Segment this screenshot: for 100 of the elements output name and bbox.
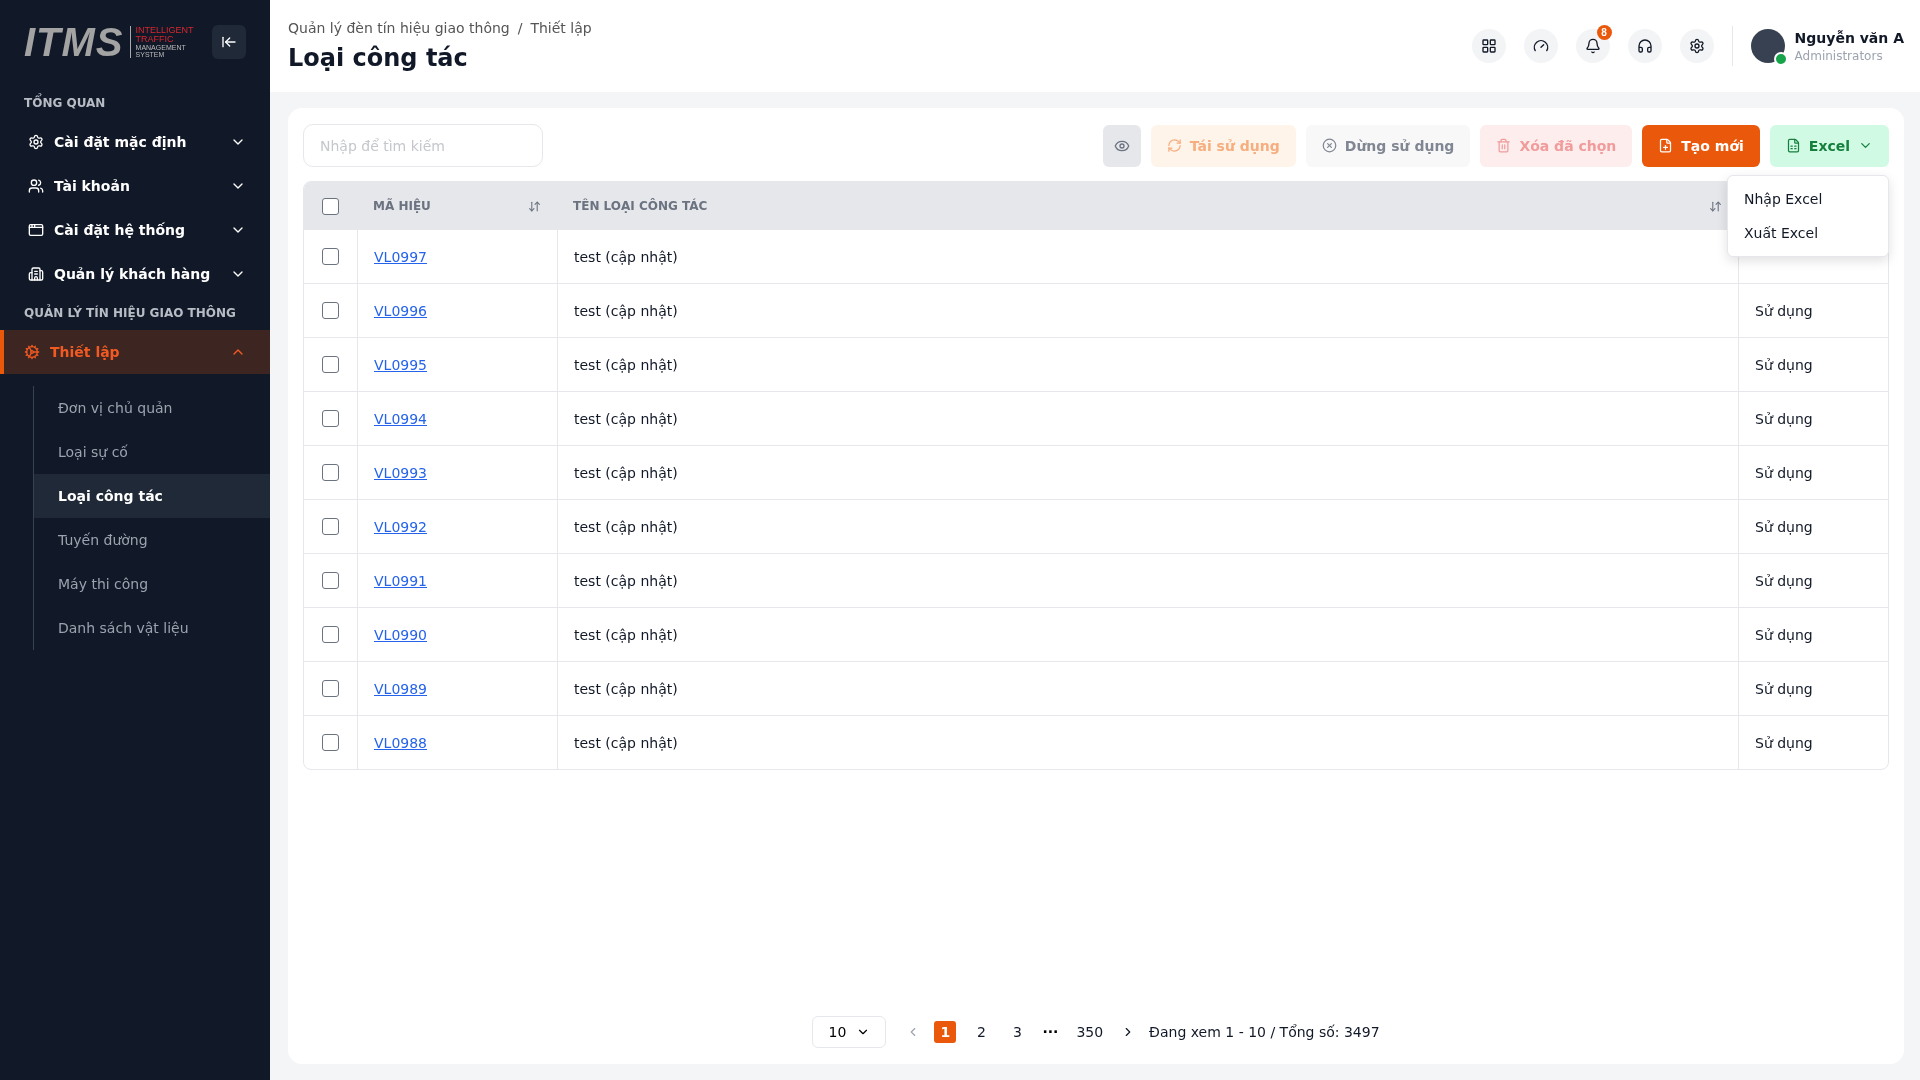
nav-subitem[interactable]: Máy thi công: [34, 562, 270, 606]
breadcrumb-item[interactable]: Quản lý đèn tín hiệu giao thông: [288, 20, 510, 36]
table-cell: Sử dụng: [1755, 734, 1813, 751]
row-checkbox[interactable]: [322, 248, 339, 265]
row-checkbox[interactable]: [322, 626, 339, 643]
menu-item[interactable]: Nhập Excel: [1728, 181, 1888, 216]
page-button[interactable]: 1: [934, 1021, 957, 1043]
row-checkbox[interactable]: [322, 410, 339, 427]
nav-item[interactable]: Cài đặt mặc định: [0, 120, 270, 164]
nav-label: Cài đặt hệ thống: [54, 222, 187, 238]
nav-item[interactable]: Quản lý khách hàng: [0, 252, 270, 296]
section-title: TỔNG QUAN: [0, 86, 270, 120]
table-cell: test (cập nhật): [574, 356, 678, 373]
nav-label: Thiết lập: [50, 344, 121, 360]
page-button[interactable]: 350: [1072, 1021, 1108, 1043]
logo-mark: ITMS: [24, 22, 124, 62]
table-cell: Sử dụng: [1755, 356, 1813, 373]
nav-item[interactable]: Cài đặt hệ thống: [0, 208, 270, 252]
dashboard-button[interactable]: [1523, 29, 1558, 63]
nav-label: Tài khoản: [54, 178, 131, 194]
table-cell: test (cập nhật): [574, 248, 678, 265]
gauge-icon: [1532, 38, 1549, 54]
table-cell: Sử dụng: [1755, 680, 1813, 697]
table-cell: test (cập nhật): [574, 410, 678, 427]
code-link[interactable]: VL0990: [374, 626, 427, 643]
grid-icon: [1480, 38, 1497, 54]
avatar[interactable]: [1750, 29, 1785, 63]
row-checkbox[interactable]: [322, 680, 339, 697]
breadcrumb-separator: /: [517, 20, 523, 36]
table-cell: Sử dụng: [1755, 302, 1813, 319]
table-cell: test (cập nhật): [574, 518, 678, 535]
table-cell: Sử dụng: [1755, 464, 1813, 481]
code-link[interactable]: VL0996: [374, 302, 427, 319]
table-cell: test (cập nhật): [574, 302, 678, 319]
code-link[interactable]: VL0989: [374, 680, 427, 697]
code-link[interactable]: VL0997: [374, 248, 427, 265]
row-checkbox[interactable]: [322, 518, 339, 535]
bell-icon: [1584, 38, 1601, 54]
collapse-icon: [221, 34, 237, 50]
trash-icon: [1496, 138, 1512, 153]
section-title: QUẢN LÝ TÍN HIỆU GIAO THÔNG: [23, 303, 237, 322]
row-checkbox[interactable]: [322, 734, 339, 751]
sort-icon[interactable]: [1709, 199, 1722, 213]
code-link[interactable]: VL0991: [374, 572, 427, 589]
row-checkbox[interactable]: [322, 302, 339, 319]
breadcrumb-item[interactable]: Thiết lập: [530, 20, 592, 36]
nav-item[interactable]: Tài khoản: [0, 164, 270, 208]
code-link[interactable]: VL0993: [374, 464, 427, 481]
code-link[interactable]: VL0992: [374, 518, 427, 535]
nav-subitem[interactable]: Loại công tác: [34, 474, 270, 518]
table-cell: test (cập nhật): [574, 680, 678, 697]
column-header: TÊN LOẠI CÔNG TÁC: [573, 199, 708, 213]
code-link[interactable]: VL0994: [374, 410, 427, 427]
pagination-summary: Đang xem 1 - 10 / Tổng số: 3497: [1149, 1024, 1380, 1040]
select-all-checkbox[interactable]: [322, 197, 339, 215]
row-checkbox[interactable]: [322, 356, 339, 373]
nav-subitem[interactable]: Đơn vị chủ quản: [34, 386, 270, 430]
code-link[interactable]: VL0988: [374, 734, 427, 751]
user-role: Administrators: [1794, 48, 1884, 63]
nav-subitem[interactable]: Danh sách vật liệu: [34, 606, 270, 650]
nav-item[interactable]: Thiết lập: [0, 330, 270, 374]
users-icon: [28, 178, 44, 194]
sort-icon[interactable]: [528, 199, 541, 213]
table-cell: Sử dụng: [1755, 518, 1813, 535]
table-cell: Sử dụng: [1755, 572, 1813, 589]
row-checkbox[interactable]: [322, 464, 339, 481]
nav-label: Cài đặt mặc định: [54, 134, 188, 150]
page-button[interactable]: 2: [970, 1021, 993, 1043]
table-cell: test (cập nhật): [574, 734, 678, 751]
page-button[interactable]: 3: [1006, 1021, 1029, 1043]
create-button[interactable]: Tạo mới: [1642, 124, 1760, 167]
row-checkbox[interactable]: [322, 572, 339, 589]
file-plus-icon: [1658, 138, 1674, 153]
column-header: MÃ HIỆU: [373, 199, 431, 213]
table-cell: test (cập nhật): [574, 464, 678, 481]
settings-button[interactable]: [1679, 29, 1714, 63]
table-cell: Sử dụng: [1755, 626, 1813, 643]
building-icon: [28, 266, 44, 282]
circle-x-icon: [1321, 138, 1337, 153]
nav-subitem[interactable]: Tuyến đường: [34, 518, 270, 562]
nav-label: Quản lý khách hàng: [54, 266, 212, 282]
refresh-icon: [1166, 138, 1182, 153]
search-field[interactable]: Nhập để tìm kiếm: [303, 124, 543, 167]
collapse-sidebar-button[interactable]: [212, 25, 246, 59]
nav-subitem[interactable]: Loại sự cố: [34, 430, 270, 474]
spreadsheet-icon: [1785, 138, 1801, 153]
table-cell: Sử dụng: [1755, 410, 1813, 427]
excel-button[interactable]: Excel: [1769, 124, 1889, 167]
apps-button[interactable]: [1471, 29, 1506, 63]
logo-tagline: TRAFFIC: [135, 35, 175, 44]
page-size-select[interactable]: 10: [812, 1016, 887, 1048]
settings-icon: [1688, 38, 1705, 54]
table-cell: test (cập nhật): [574, 572, 678, 589]
gear-icon: [24, 344, 40, 360]
view-button[interactable]: [1102, 124, 1141, 167]
support-button[interactable]: [1627, 29, 1662, 63]
page-title: Loại công tác: [288, 44, 469, 72]
user-name: Nguyễn văn A: [1794, 29, 1904, 46]
menu-item[interactable]: Xuất Excel: [1728, 215, 1888, 250]
code-link[interactable]: VL0995: [374, 356, 427, 373]
